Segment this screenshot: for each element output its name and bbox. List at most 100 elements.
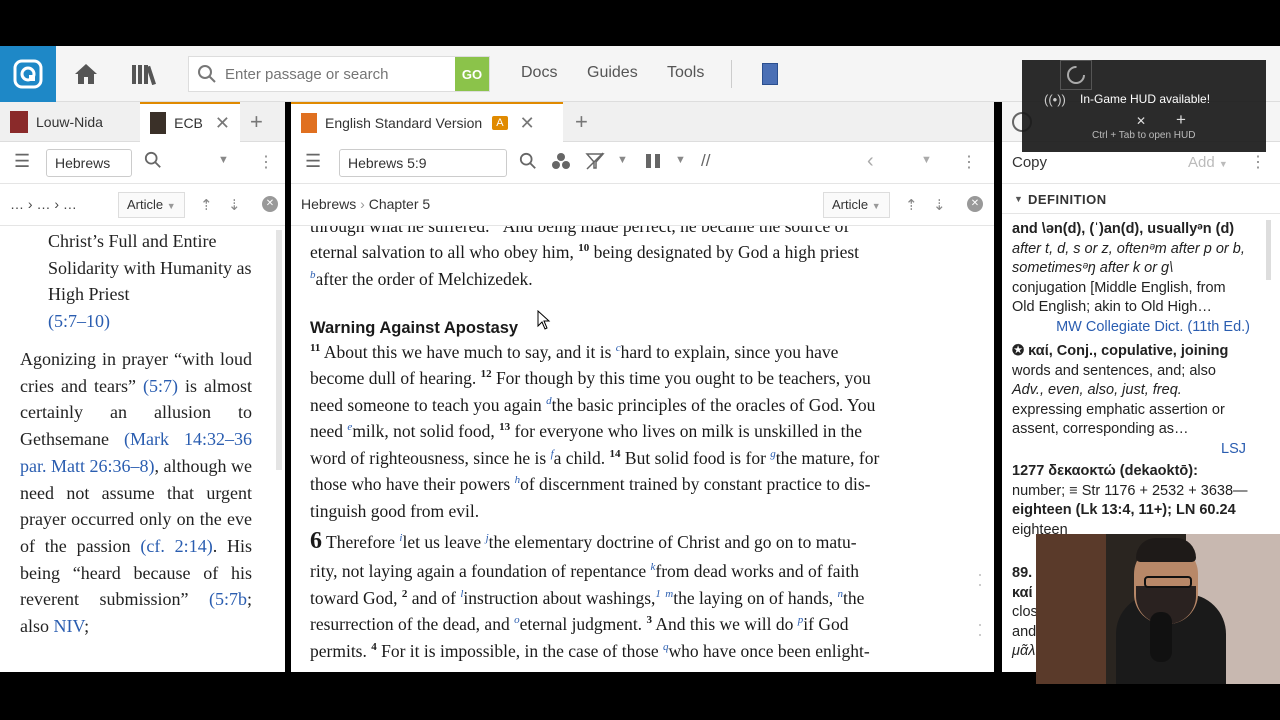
home-icon[interactable]	[72, 60, 100, 88]
scripture-link[interactable]: (5:7)	[143, 376, 178, 396]
verse-number[interactable]: 11	[310, 342, 320, 354]
mw-source-link[interactable]: MW Collegiate Dict. (11th Ed.)	[1012, 318, 1264, 338]
bookshelf	[1036, 534, 1106, 684]
left-breadcrumb-bar: … › … › … Article ▼ ⇡ ⇣ ✕	[0, 184, 285, 226]
breadcrumb-chapter[interactable]: Chapter 5	[369, 196, 430, 212]
add-tab-icon[interactable]: +	[575, 109, 588, 135]
scripture-link[interactable]: (cf. 2:14)	[140, 536, 212, 556]
webcam-overlay	[1036, 534, 1280, 684]
visual-filters-icon[interactable]	[551, 152, 571, 175]
logos-logo-icon[interactable]	[0, 46, 56, 102]
article-button[interactable]: Article ▼	[823, 192, 890, 218]
verse-text: the elementary doctrine of Christ and go…	[488, 532, 857, 552]
parallel-resources-icon[interactable]: //	[701, 151, 710, 171]
mw-line: and \ən(d), (ˈ)an(d), usuallyᵊn (d)	[1012, 221, 1235, 237]
back-arrow-icon[interactable]: ‹	[867, 150, 874, 173]
verse-text: after the order of Melchizedek.	[315, 269, 533, 289]
lsj-line: expressing emphatic assertion or	[1012, 401, 1225, 418]
breadcrumb-book[interactable]: Hebrews	[301, 196, 356, 212]
verse-line: need emilk, not solid food, 13 for every…	[310, 421, 862, 442]
verse-text: About this we have much to say, and it i…	[320, 342, 616, 362]
commentary-paragraph: Agonizing in prayer “with loud cries and…	[20, 346, 252, 640]
go-button[interactable]: GO	[455, 57, 489, 91]
verse-text: And this we will do	[651, 614, 798, 634]
close-icon[interactable]: ✕	[262, 196, 278, 212]
plus-icon[interactable]: +	[1176, 110, 1186, 130]
strongs-line: eighteen (Lk 13:4, 11+); LN 60.24	[1012, 502, 1236, 518]
chevron-down-icon[interactable]: ▼	[675, 154, 686, 166]
mw-line: conjugation [Middle English, from	[1012, 279, 1226, 296]
add-button[interactable]: Add ▼	[1188, 154, 1228, 171]
library-icon[interactable]	[130, 60, 158, 88]
arrow-down-icon[interactable]: ⇣	[933, 196, 946, 214]
more-options-icon[interactable]: ⋮	[1250, 152, 1266, 172]
strongs-definition: 1277 δεκαοκτώ (dekaoktō): number; ≡ Str …	[1012, 462, 1264, 540]
close-icon[interactable]: ✕	[520, 113, 535, 134]
tab-esv[interactable]: English Standard Version A ✕	[291, 102, 563, 142]
search-box: GO	[188, 56, 490, 92]
arrow-up-icon[interactable]: ⇡	[200, 196, 213, 214]
menu-icon[interactable]: ☰	[14, 151, 30, 172]
add-tab-icon[interactable]: +	[250, 109, 263, 135]
chevron-down-icon[interactable]: ▼	[218, 154, 229, 166]
close-icon[interactable]: ✕	[967, 196, 983, 212]
search-icon[interactable]	[197, 64, 217, 89]
verse-text: word of righteousness, since he is	[310, 448, 551, 468]
scrollbar[interactable]	[1266, 220, 1271, 280]
more-options-icon[interactable]: ⋮	[961, 152, 977, 172]
arrow-down-icon[interactable]: ⇣	[228, 196, 241, 214]
microphone	[1150, 612, 1172, 662]
arrow-up-icon[interactable]: ⇡	[905, 196, 918, 214]
reference-input[interactable]: Hebrews 5:9	[339, 149, 507, 177]
tab-label: Louw-Nida	[36, 114, 103, 130]
search-icon[interactable]	[519, 152, 537, 175]
verse-number[interactable]: 12	[481, 368, 492, 380]
close-icon[interactable]: ✕	[215, 113, 230, 134]
definition-header[interactable]: ▼ DEFINITION	[1002, 184, 1280, 214]
verse-number[interactable]: 10	[578, 242, 589, 254]
left-subbar: ☰ Hebrews 5: ▼ ⋮	[0, 142, 285, 197]
copy-button[interactable]: Copy	[1012, 154, 1047, 171]
search-icon[interactable]	[144, 151, 162, 174]
glasses	[1144, 576, 1192, 588]
link-set-badge[interactable]: A	[492, 116, 508, 130]
lsj-line: ✪ καί, Conj., copulative, joining	[1012, 343, 1229, 359]
commentary-text: ;	[84, 616, 90, 637]
heading-reference-link[interactable]: (5:7–10)	[48, 311, 110, 331]
tab-louw-nida[interactable]: Louw-Nida	[0, 102, 138, 142]
tools-menu[interactable]: Tools	[667, 64, 704, 82]
scroll-marker	[979, 624, 981, 636]
verse-text: tinguish good from evil.	[310, 501, 480, 521]
article-button[interactable]: Article ▼	[118, 192, 185, 218]
more-options-icon[interactable]: ⋮	[258, 152, 274, 172]
layout-book-icon[interactable]	[762, 63, 778, 85]
verse-number[interactable]: 13	[499, 421, 510, 433]
chevron-down-icon[interactable]: ▼	[617, 154, 628, 166]
scrollbar[interactable]	[276, 230, 282, 470]
verse-number[interactable]: 14	[610, 448, 621, 460]
reference-input[interactable]: Hebrews 5:	[46, 149, 132, 197]
scripture-link[interactable]: NIV	[54, 616, 85, 636]
menu-icon[interactable]: ☰	[305, 151, 321, 172]
person-hair	[1136, 538, 1196, 562]
verse-text: for everyone who lives on milk is unskil…	[510, 421, 863, 441]
scripture-link[interactable]: (5:7b	[209, 589, 247, 609]
lsj-source-link[interactable]: LSJ	[1012, 440, 1264, 460]
breadcrumb[interactable]: … › … › …	[10, 196, 77, 212]
verse-line: 6 Therefore ilet us leave jthe elementar…	[310, 528, 857, 555]
close-icon[interactable]: ✕	[1136, 114, 1146, 128]
article-label: Article	[832, 197, 869, 212]
inline-filter-icon[interactable]	[585, 152, 605, 175]
bible-tabbar: English Standard Version A ✕ +	[291, 102, 994, 142]
parallel-view-icon[interactable]	[645, 153, 661, 174]
bible-breadcrumb-bar: Hebrews › Chapter 5 Article ▼ ⇡ ⇣ ✕	[291, 184, 994, 226]
tab-ecb[interactable]: ECB ✕	[140, 102, 240, 142]
search-input[interactable]	[225, 57, 455, 91]
breadcrumb: Hebrews › Chapter 5	[301, 196, 431, 212]
verse-text: who have once been enlight-	[668, 641, 870, 661]
verse-line: word of righteousness, since he is fa ch…	[310, 448, 879, 469]
guides-menu[interactable]: Guides	[587, 64, 638, 82]
docs-menu[interactable]: Docs	[521, 64, 557, 82]
chevron-down-icon[interactable]: ▼	[921, 154, 932, 166]
verse-text: toward God,	[310, 588, 402, 608]
